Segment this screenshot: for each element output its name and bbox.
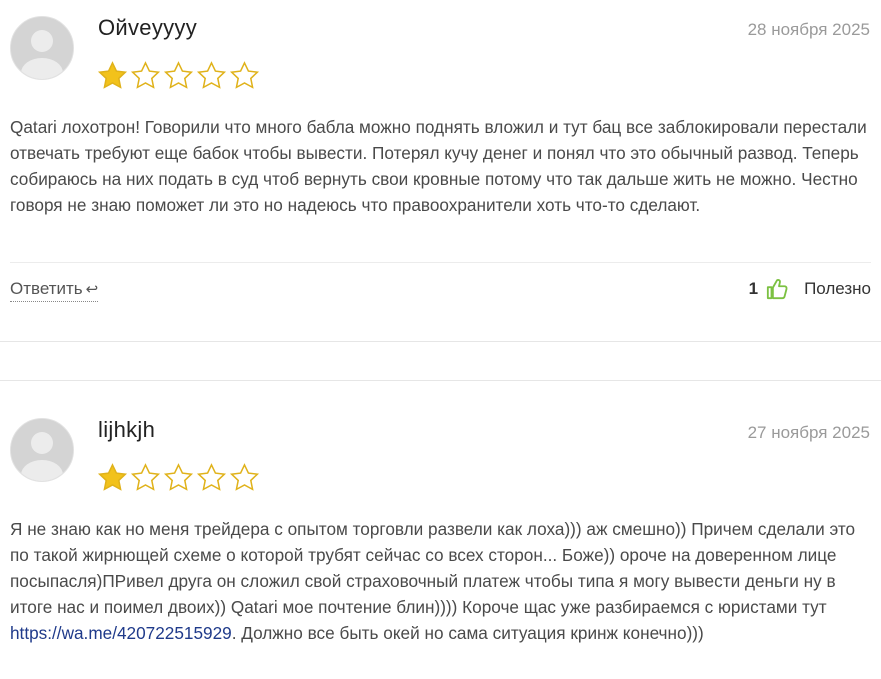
star-icon	[229, 463, 260, 491]
reply-button[interactable]: Ответить ↩	[10, 279, 99, 302]
section-divider	[0, 341, 881, 342]
review-date: 28 ноября 2025	[747, 20, 870, 39]
reply-arrow-icon: ↩	[85, 281, 99, 298]
star-icon	[229, 61, 260, 89]
review-text: Я не знаю как но меня трейдера с опытом …	[10, 516, 872, 646]
avatar	[10, 418, 74, 482]
star-icon	[130, 463, 161, 491]
review-link[interactable]: https://wa.me/420722515929	[10, 623, 232, 643]
star-icon	[97, 61, 128, 89]
star-icon	[97, 463, 128, 491]
review-date: 27 ноября 2025	[747, 423, 870, 442]
rating-stars	[97, 463, 260, 492]
review-text-part: . Должно все быть окей но сама ситуация …	[231, 623, 704, 643]
star-icon	[196, 463, 227, 491]
star-icon	[163, 61, 194, 89]
reply-label: Ответить	[10, 279, 83, 298]
review-text-part: Я не знаю как но меня трейдера с опытом …	[10, 519, 856, 617]
user-avatar-placeholder-icon	[11, 419, 73, 481]
helpful-count: 1	[748, 279, 759, 298]
rating-stars	[97, 61, 260, 90]
helpful-label[interactable]: Полезно	[804, 279, 871, 299]
section-divider	[0, 380, 881, 381]
review-author: Ойveyyyy	[98, 15, 198, 40]
thumbs-up-icon[interactable]	[766, 277, 788, 301]
star-icon	[163, 463, 194, 491]
divider	[10, 262, 871, 263]
review-text: Qatari лохотрон! Говорили что много бабл…	[10, 117, 867, 215]
user-avatar-placeholder-icon	[11, 17, 73, 79]
avatar	[10, 16, 74, 80]
helpful-section: 1 Полезно	[749, 277, 871, 301]
star-icon	[130, 61, 161, 89]
star-icon	[196, 61, 227, 89]
review-author: lijhkjh	[98, 417, 156, 442]
